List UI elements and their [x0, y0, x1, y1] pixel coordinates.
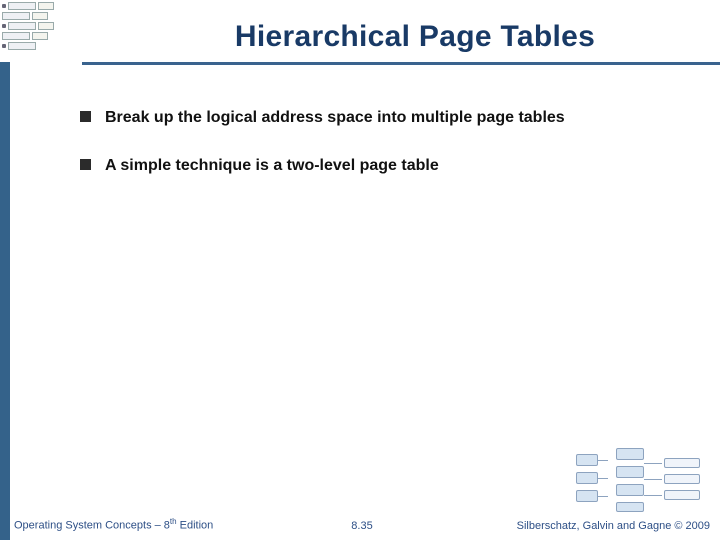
slide: Hierarchical Page Tables Break up the lo… — [0, 0, 720, 540]
footer-left: Operating System Concepts – 8th Edition — [14, 517, 213, 532]
footer-book-title-tail: Edition — [177, 520, 214, 532]
bullet-text: A simple technique is a two-level page t… — [105, 156, 439, 176]
top-left-thumbnail — [2, 2, 82, 62]
slide-title: Hierarchical Page Tables — [140, 20, 690, 54]
bottom-right-diagram — [572, 444, 712, 514]
footer-book-title-prefix: Operating System Concepts – 8 — [14, 520, 170, 532]
footer-copyright: Silberschatz, Galvin and Gagne © 2009 — [517, 520, 710, 532]
square-bullet-icon — [80, 159, 91, 170]
footer-edition-super: th — [170, 517, 177, 526]
square-bullet-icon — [80, 111, 91, 122]
bullet-item: A simple technique is a two-level page t… — [80, 156, 680, 176]
title-underline — [82, 62, 720, 65]
footer: Operating System Concepts – 8th Edition … — [14, 517, 710, 532]
left-sidebar-accent — [0, 62, 10, 540]
bullet-text: Break up the logical address space into … — [105, 108, 565, 128]
footer-page-number: 8.35 — [351, 520, 372, 532]
bullet-item: Break up the logical address space into … — [80, 108, 680, 128]
content-area: Break up the logical address space into … — [80, 108, 680, 204]
